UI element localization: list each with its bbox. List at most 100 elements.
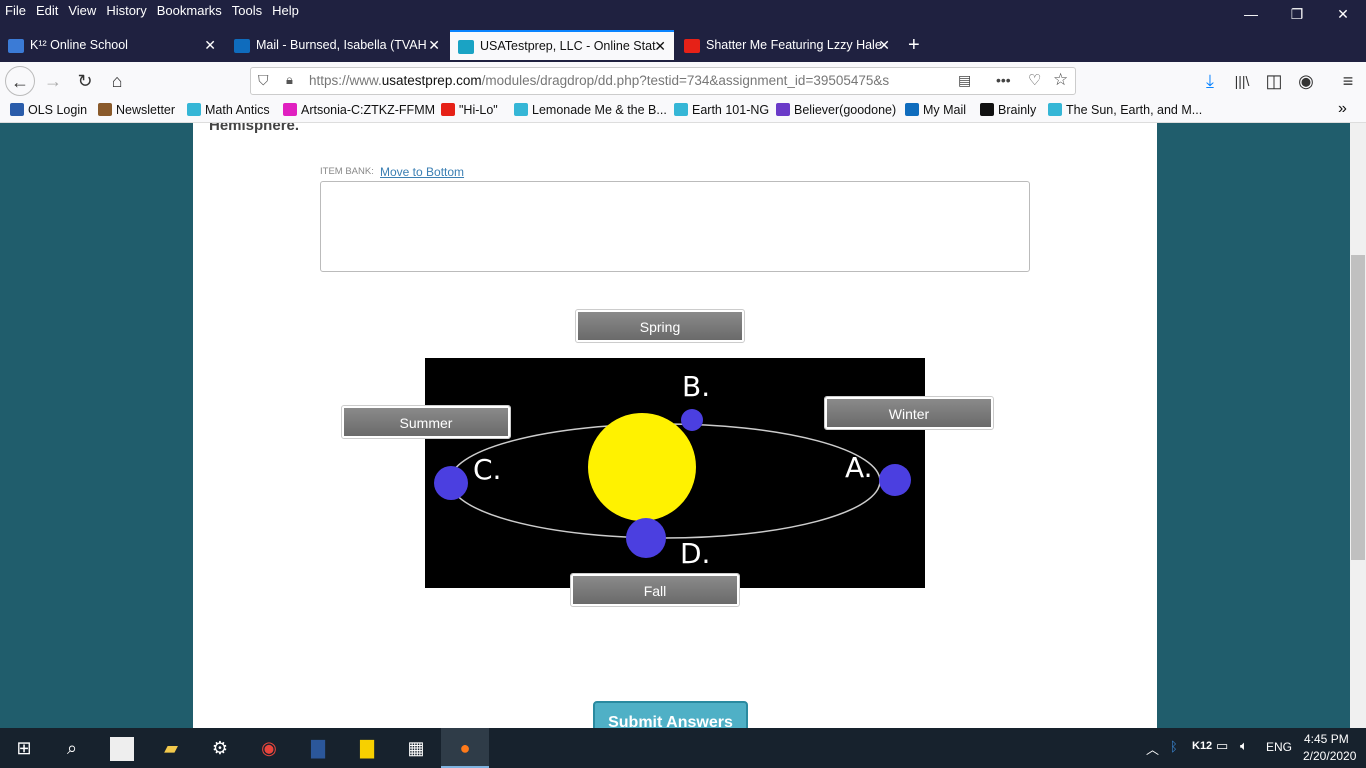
label-winter[interactable]: Winter [824,396,994,430]
bookmark-label: Newsletter [116,103,176,117]
menu-edit[interactable]: Edit [31,0,63,18]
bluetooth-icon[interactable]: ᛒ [1170,739,1178,754]
item-bank-dropzone[interactable] [320,181,1030,272]
account-icon[interactable]: ◉ [1291,66,1321,96]
menu-help[interactable]: Help [267,0,304,18]
bookmark-brainly[interactable]: Brainly [980,103,1036,117]
close-tab-icon[interactable]: ✕ [428,30,440,60]
label-summer[interactable]: Summer [341,405,511,439]
question-panel: Hemisphere. ITEM BANK: Move to Bottom B.… [193,123,1157,728]
forward-button[interactable]: → [38,66,68,96]
bookmark-label: Believer(goodone) [794,103,897,117]
item-bank-label: ITEM BANK: [320,166,374,177]
label-fall[interactable]: Fall [570,573,740,607]
page-content: Hemisphere. ITEM BANK: Move to Bottom B.… [0,123,1350,728]
reload-button[interactable]: ↻ [70,66,100,96]
menu-file[interactable]: File [0,0,31,18]
reader-view-icon[interactable]: ▤ [958,72,971,89]
play-icon [514,103,528,116]
bookmark-math-antics[interactable]: Math Antics [187,103,270,117]
tab-mail[interactable]: Mail - Burnsed, Isabella (TVAH ✕ [226,30,448,60]
close-tab-icon[interactable]: ✕ [878,30,890,60]
word-icon[interactable]: ▇ [294,728,342,768]
tab-label: Mail - Burnsed, Isabella (TVAH [256,38,427,52]
home-button[interactable]: ⌂ [102,66,132,96]
bookmark-label: Math Antics [205,103,270,117]
shield-icon[interactable]: ⛉ [258,72,269,89]
orbit-diagram: B. C. A. D. [425,358,925,588]
clock-time[interactable]: 4:45 PM [1304,732,1349,746]
bookmark-sun-earth[interactable]: The Sun, Earth, and M... [1048,103,1202,117]
menu-bookmarks[interactable]: Bookmarks [152,0,227,18]
bookmark-earth-101[interactable]: Earth 101-NG [674,103,769,117]
bookmark-label: "Hi-Lo" [459,103,498,117]
url-bar[interactable]: https://www.usatestprep.com/modules/drag… [250,67,1076,95]
bookmark-artsonia[interactable]: Artsonia-C:ZTKZ-FFMM [283,103,435,117]
back-button[interactable]: ← [5,66,35,96]
library-icon[interactable]: |||\ [1227,66,1257,96]
menu-bar: File Edit View History Bookmarks Tools Help [0,0,1366,30]
menu-view[interactable]: View [63,0,101,18]
bookmark-star-icon[interactable]: ☆ [1053,70,1068,90]
tab-usatestprep[interactable]: USATestprep, LLC - Online Stat ✕ [450,30,674,60]
tab-label: K¹² Online School [30,38,128,52]
move-to-bottom-link[interactable]: Move to Bottom [380,165,464,179]
tab-label: USATestprep, LLC - Online Stat [480,39,656,53]
chrome-icon[interactable]: ◉ [245,728,293,768]
minimize-button[interactable]: — [1228,0,1274,28]
letter-a: A. [845,451,873,484]
earth-d [626,518,666,558]
tab-k12[interactable]: K¹² Online School ✕ [0,30,224,60]
more-bookmarks-icon[interactable]: » [1338,100,1347,118]
close-tab-icon[interactable]: ✕ [204,30,216,60]
play-icon [187,103,201,116]
volume-icon[interactable]: 🔈︎ [1240,738,1248,754]
clock-date[interactable]: 2/20/2020 [1303,749,1356,763]
restore-button[interactable]: ❐ [1274,0,1320,28]
bookmark-label: Lemonade Me & the B... [532,103,667,117]
menu-history[interactable]: History [101,0,151,18]
orbit-svg: B. C. A. D. [434,370,911,570]
bookmark-hi-lo[interactable]: "Hi-Lo" [441,103,498,117]
scrollbar-thumb[interactable] [1351,255,1365,560]
pocket-icon[interactable]: ♡ [1028,71,1041,89]
search-icon[interactable]: ⌕ [48,728,96,768]
outlook-icon [234,38,250,53]
earth-c [434,466,468,500]
close-tab-icon[interactable]: ✕ [654,32,666,60]
hamburger-menu-icon[interactable]: ≡ [1333,66,1363,96]
firefox-icon[interactable]: ● [441,728,489,768]
sticky-notes-icon[interactable]: ▇ [343,728,391,768]
site-icon [776,103,790,116]
k12-tray[interactable]: K12 [1192,740,1212,752]
language-indicator[interactable]: ENG [1266,740,1292,754]
tray-chevron-icon[interactable]: ︿ [1146,739,1159,758]
new-tab-button[interactable]: + [900,30,930,60]
bookmark-believer[interactable]: Believer(goodone) [776,103,896,117]
calculator-icon[interactable]: ▦ [392,728,440,768]
lock-icon[interactable]: 🔒︎ [286,72,293,88]
label-spring[interactable]: Spring [575,309,745,343]
sidebar-icon[interactable]: ◫ [1259,66,1289,96]
youtube-icon [684,38,700,53]
earth-a [879,464,911,496]
youtube-icon [441,103,455,116]
download-icon[interactable]: ⤓ [1195,66,1225,96]
close-window-button[interactable]: ✕ [1320,0,1366,28]
url-domain: usatestprep.com [381,73,482,88]
tab-label: Shatter Me Featuring Lzzy Hale [706,38,882,52]
more-actions-icon[interactable]: ••• [996,72,1011,88]
bookmark-my-mail[interactable]: My Mail [905,103,966,117]
bookmark-ols-login[interactable]: OLS Login [10,103,87,117]
windows-start-icon[interactable]: ⊞ [0,728,48,768]
battery-icon[interactable]: ▭ [1216,738,1228,754]
tab-youtube[interactable]: Shatter Me Featuring Lzzy Hale ✕ [676,30,898,60]
bookmarks-bar: OLS Login Newsletter Math Antics Artsoni… [0,100,1366,123]
submit-answers-button[interactable]: Submit Answers [593,701,748,728]
menu-tools[interactable]: Tools [227,0,267,18]
terms-app-icon[interactable] [98,728,146,768]
file-explorer-icon[interactable]: ▰ [147,728,195,768]
bookmark-lemonade[interactable]: Lemonade Me & the B... [514,103,667,117]
settings-icon[interactable]: ⚙ [196,728,244,768]
bookmark-newsletter[interactable]: Newsletter [98,103,175,117]
